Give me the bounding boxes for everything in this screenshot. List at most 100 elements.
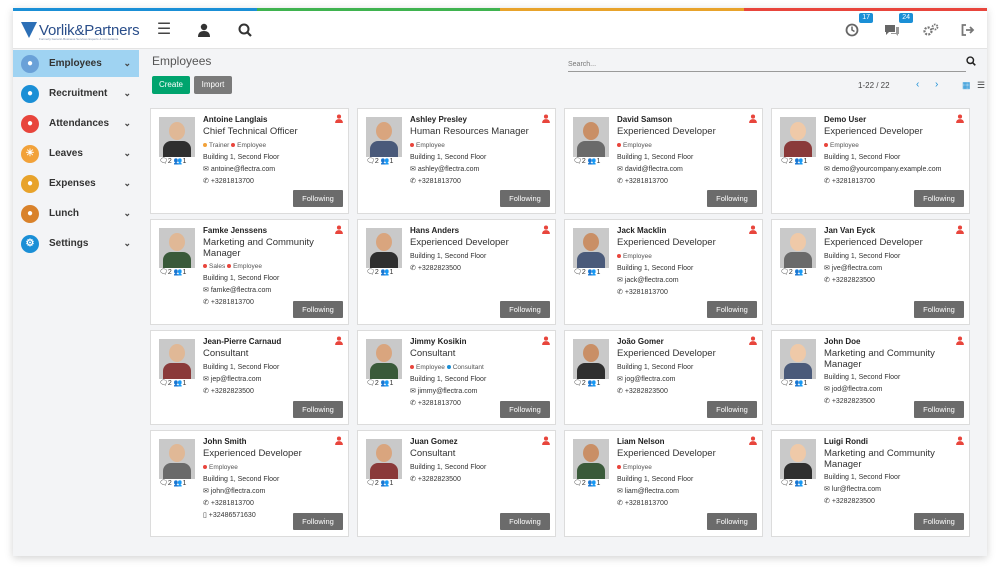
comments-icon: 🗨 [366,269,375,276]
following-button[interactable]: Following [707,190,757,207]
employee-phone-line: ✆ +3281813700 [203,176,348,188]
user-status-glyph [335,436,343,445]
sidebar-item-settings[interactable]: ⚙ Settings ⌄ [13,230,139,257]
photo-head [790,122,806,140]
following-button[interactable]: Following [914,513,964,530]
employee-email-line[interactable]: ✉ jve@flectra.com [824,263,969,275]
employee-card[interactable]: 🗨2 👥1 Jan Van Eyck Experienced Developer Bu… [771,219,970,325]
sidebar-item-recruitment[interactable]: ● Recruitment ⌄ [13,80,139,107]
user-status-glyph [749,436,757,445]
sidebar-item-employees[interactable]: ● Employees ⌄ [13,50,139,77]
employee-phone-text: +3281813700 [210,178,254,185]
employee-email-line[interactable]: ✉ jog@flectra.com [617,374,762,386]
employee-card[interactable]: 🗨2 👥1 Antoine Langlais Chief Technical Off… [150,108,349,214]
logout-icon[interactable] [957,19,979,41]
employee-details: Trainer Employee Building 1, Second Floo… [203,140,348,188]
user-status-icon [749,336,757,347]
list-view-icon[interactable]: ☰ [977,80,985,91]
employee-email-line[interactable]: ✉ demo@yourcompany.example.com [824,164,969,176]
employee-email-line[interactable]: ✉ antoine@flectra.com [203,164,348,176]
employee-name: John Smith [203,437,247,446]
user-profile-icon[interactable] [193,19,215,41]
employee-email-line[interactable]: ✉ jep@flectra.com [203,374,348,386]
messages-followers-counts: 🗨2 👥1 [780,157,807,165]
employee-email-line[interactable]: ✉ john@flectra.com [203,486,348,498]
sidebar-item-label: Employees [49,58,102,69]
following-button[interactable]: Following [293,513,343,530]
following-button[interactable]: Following [293,190,343,207]
photo-head [583,344,599,362]
chevron-down-icon: ⌄ [123,88,131,98]
messages-followers-counts: 🗨2 👥1 [573,157,600,165]
photo-body [370,252,398,268]
employee-card[interactable]: 🗨2 👥1 João Gomer Experienced Developer Buil… [564,330,763,425]
sidebar-item-lunch[interactable]: ● Lunch ⌄ [13,200,139,227]
sidebar-item-attendances[interactable]: ● Attendances ⌄ [13,110,139,137]
following-button[interactable]: Following [293,401,343,418]
employee-tag: Employee [231,142,266,149]
employee-email-line[interactable]: ✉ david@flectra.com [617,164,762,176]
comments-icon: 🗨 [573,269,582,276]
employee-email-text: antoine@flectra.com [210,166,276,173]
comments-icon: 🗨 [573,380,582,387]
following-button[interactable]: Following [707,401,757,418]
following-button[interactable]: Following [500,513,550,530]
comment-count: 2 [788,480,793,487]
following-button[interactable]: Following [500,190,550,207]
employee-card[interactable]: 🗨2 👥1 John Smith Experienced Developer Empl… [150,430,349,537]
employee-name: Jan Van Eyck [824,226,876,235]
kanban-view-icon[interactable]: ▦ [962,80,971,91]
employee-phone-text: +3281813700 [210,299,254,306]
sidebar-item-expenses[interactable]: ● Expenses ⌄ [13,170,139,197]
photo-head [790,444,806,462]
following-button[interactable]: Following [500,301,550,318]
pager-next-icon[interactable]: › [935,79,938,90]
create-button[interactable]: Create [152,76,190,94]
import-button[interactable]: Import [194,76,232,94]
employee-email-line[interactable]: ✉ ashley@flectra.com [410,164,555,176]
search-input[interactable]: Search... [568,58,966,72]
employee-card[interactable]: 🗨2 👥1 Jean-Pierre Carnaud Consultant Buildi… [150,330,349,425]
employee-card[interactable]: 🗨2 👥1 Jimmy Kosikin Consultant Employee Con… [357,330,556,425]
comment-count: 2 [374,380,379,387]
employee-card[interactable]: 🗨2 👥1 Jack Macklin Experienced Developer Em… [564,219,763,325]
employee-card[interactable]: 🗨2 👥1 Hans Anders Experienced Developer Bui… [357,219,556,325]
menu-toggle-icon[interactable]: ☰ [153,19,175,41]
employee-card[interactable]: 🗨2 👥1 Luigi Rondi Marketing and Community … [771,430,970,537]
photo-head [790,233,806,251]
employee-email-line[interactable]: ✉ famke@flectra.com [203,285,348,297]
sidebar-item-leaves[interactable]: ☀ Leaves ⌄ [13,140,139,167]
employee-card[interactable]: 🗨2 👥1 Demo User Experienced Developer Emplo… [771,108,970,214]
following-button[interactable]: Following [914,301,964,318]
settings-gears-icon[interactable] [920,19,942,41]
employee-card[interactable]: 🗨2 👥1 Famke Jenssens Marketing and Communi… [150,219,349,325]
employee-email-line[interactable]: ✉ jod@flectra.com [824,384,969,396]
comments-icon: 🗨 [159,269,168,276]
sidebar-item-label: Lunch [49,208,79,219]
employee-email-line[interactable]: ✉ jack@flectra.com [617,275,762,287]
following-button[interactable]: Following [293,301,343,318]
employee-card[interactable]: 🗨2 👥1 Juan Gomez Consultant Building 1, Sec… [357,430,556,537]
messages-chat-icon[interactable]: 24 [881,13,913,41]
following-button[interactable]: Following [914,401,964,418]
search-icon[interactable] [966,56,976,69]
following-button[interactable]: Following [914,190,964,207]
employee-email-line[interactable]: ✉ jimmy@flectra.com [410,386,555,398]
employee-card[interactable]: 🗨2 👥1 John Doe Marketing and Community Man… [771,330,970,425]
employee-photo [366,117,402,157]
search-icon[interactable] [234,19,256,41]
employee-email-line[interactable]: ✉ lur@flectra.com [824,484,969,496]
employee-details: Employee Building 1, Second Floor ✉ jack@… [617,251,762,299]
employee-email-line[interactable]: ✉ liam@flectra.com [617,486,762,498]
employee-card[interactable]: 🗨2 👥1 David Samson Experienced Developer Em… [564,108,763,214]
following-button[interactable]: Following [707,301,757,318]
comments-icon: 🗨 [366,480,375,487]
pager-previous-icon[interactable]: ‹ [916,79,919,90]
activity-clock-icon[interactable]: 17 [841,13,873,41]
employee-job-title: Experienced Developer [617,348,716,359]
employee-card[interactable]: 🗨2 👥1 Liam Nelson Experienced Developer Emp… [564,430,763,537]
company-logo[interactable]: Vorlik&Partners Formerly Generic-Busines… [21,19,140,41]
employee-card[interactable]: 🗨2 👥1 Ashley Presley Human Resources Manag… [357,108,556,214]
following-button[interactable]: Following [707,513,757,530]
following-button[interactable]: Following [500,401,550,418]
